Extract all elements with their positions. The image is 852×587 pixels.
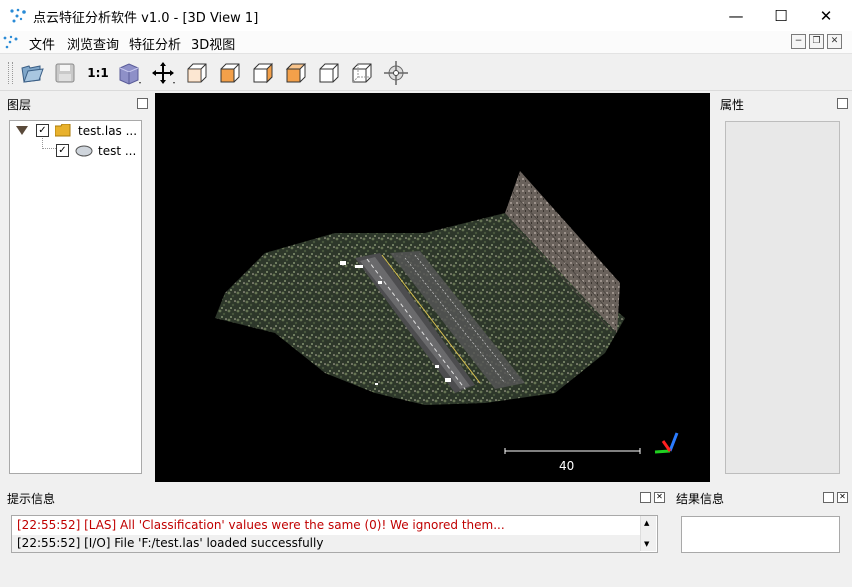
layer-checkbox-test[interactable]: ✓ xyxy=(56,144,69,157)
scale-label: 40 xyxy=(559,459,575,473)
menu-browse-query[interactable]: 浏览查询 xyxy=(67,34,119,53)
pick-rotation-center-icon[interactable] xyxy=(383,60,409,86)
view-left-icon[interactable] xyxy=(250,60,276,86)
save-icon[interactable] xyxy=(52,60,78,86)
axis-x xyxy=(661,440,672,452)
toolbar-grip[interactable] xyxy=(8,62,13,84)
point-cloud-render xyxy=(215,171,679,454)
mdi-restore-button[interactable]: ❐ xyxy=(809,34,824,49)
scroll-down-icon[interactable]: ▼ xyxy=(644,540,649,548)
log-line-info: [22:55:52] [I/O] File 'F:/test.las' load… xyxy=(17,536,324,550)
view-top-icon[interactable] xyxy=(217,60,243,86)
layers-panel-title: 图层 xyxy=(7,98,32,112)
mdi-close-button[interactable]: ✕ xyxy=(827,34,842,49)
zoom-1-1-button[interactable]: 1:1 xyxy=(85,60,111,86)
maximize-button[interactable]: ☐ xyxy=(758,0,804,31)
menu-file[interactable]: 文件 xyxy=(29,34,55,53)
layers-tree xyxy=(9,120,142,474)
properties-float-button[interactable] xyxy=(837,98,848,109)
close-button[interactable]: ✕ xyxy=(803,0,849,31)
results-panel-title: 结果信息 xyxy=(676,492,725,506)
open-folder-icon[interactable] xyxy=(19,60,45,86)
layers-float-button[interactable] xyxy=(137,98,148,109)
view-right-icon[interactable] xyxy=(283,60,309,86)
results-float-button[interactable] xyxy=(823,492,834,503)
console-scrollbar[interactable]: ▲ ▼ xyxy=(640,516,656,551)
status-bar xyxy=(0,565,852,587)
console-panel-title: 提示信息 xyxy=(7,492,56,506)
results-close-button[interactable]: ✕ xyxy=(837,492,848,503)
axis-z xyxy=(668,432,679,452)
properties-area xyxy=(725,121,840,474)
pan-icon[interactable] xyxy=(151,60,177,86)
tree-connector xyxy=(42,138,56,149)
console-log[interactable]: [22:55:52] [LAS] All 'Classification' va… xyxy=(11,515,658,553)
folder-icon xyxy=(55,124,71,137)
window-title: 点云特征分析软件 v1.0 - [3D View 1] xyxy=(33,11,259,26)
cube-solid-icon[interactable] xyxy=(117,60,143,86)
expand-triangle-icon[interactable] xyxy=(16,126,28,135)
layer-checkbox-test-las[interactable]: ✓ xyxy=(36,124,49,137)
cloud-icon xyxy=(75,145,93,157)
layer-label-test-las[interactable]: test.las ... xyxy=(78,124,137,138)
document-logo-icon xyxy=(3,35,18,49)
menu-3d-view[interactable]: 3D视图 xyxy=(191,34,235,53)
3d-viewport[interactable]: 40 xyxy=(155,93,710,482)
menu-feature-analysis[interactable]: 特征分析 xyxy=(129,34,181,53)
view-bottom-icon[interactable] xyxy=(349,60,375,86)
log-line-warning: [22:55:52] [LAS] All 'Classification' va… xyxy=(17,518,505,532)
menu-bar xyxy=(0,31,852,54)
view-back-icon[interactable] xyxy=(316,60,342,86)
console-float-button[interactable] xyxy=(640,492,651,503)
minimize-button[interactable]: — xyxy=(713,0,759,31)
axis-y xyxy=(654,449,671,454)
app-logo-icon xyxy=(10,8,26,23)
console-close-button[interactable]: ✕ xyxy=(654,492,665,503)
results-area xyxy=(681,516,840,553)
properties-panel-title: 属性 xyxy=(720,98,745,112)
scroll-up-icon[interactable]: ▲ xyxy=(644,519,649,527)
layer-label-test[interactable]: test ... xyxy=(98,144,136,158)
view-front-icon[interactable] xyxy=(184,60,210,86)
mdi-minimize-button[interactable]: − xyxy=(791,34,806,49)
